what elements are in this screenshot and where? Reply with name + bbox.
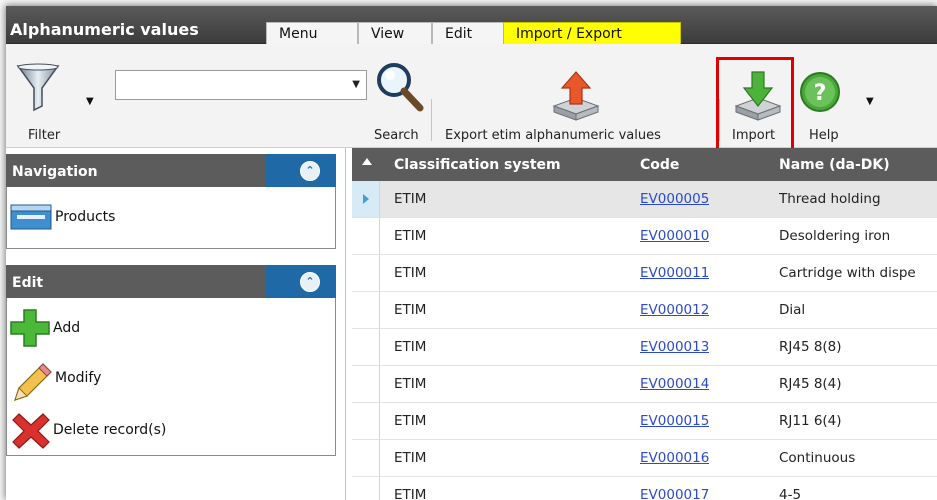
nav-item-label: Products bbox=[55, 209, 116, 225]
row-selector[interactable] bbox=[352, 329, 380, 365]
import-button[interactable]: Import bbox=[732, 128, 775, 143]
row-selector[interactable] bbox=[352, 440, 380, 476]
navigation-collapse-zone: ⌃ bbox=[266, 154, 336, 187]
cell-code-link[interactable]: EV000005 bbox=[640, 191, 709, 207]
svg-text:?: ? bbox=[814, 81, 827, 106]
cell-classification-system: ETIM bbox=[394, 450, 427, 466]
filter-dropdown-arrow[interactable]: ▼ bbox=[86, 96, 94, 107]
tab-label: Menu bbox=[279, 26, 318, 42]
tab-label: Edit bbox=[445, 26, 473, 42]
cell-classification-system: ETIM bbox=[394, 339, 427, 355]
table-row[interactable]: ETIM EV000017 4-5 bbox=[352, 477, 937, 500]
search-icon[interactable] bbox=[372, 60, 428, 116]
filter-label[interactable]: Filter bbox=[28, 128, 60, 143]
table-row[interactable]: ETIM EV000013 RJ45 8(8) bbox=[352, 329, 937, 366]
cell-classification-system: ETIM bbox=[394, 265, 427, 281]
cell-code-link[interactable]: EV000017 bbox=[640, 487, 709, 500]
app-title: Alphanumeric values bbox=[10, 20, 199, 39]
export-icon[interactable] bbox=[548, 68, 604, 124]
edit-panel-body: Add Modify Delete record(s) bbox=[6, 298, 336, 456]
cell-code-link[interactable]: EV000011 bbox=[640, 265, 709, 281]
edit-title: Edit bbox=[12, 275, 44, 291]
cell-name: RJ45 8(8) bbox=[779, 339, 842, 355]
tab-menu[interactable]: Menu bbox=[266, 22, 358, 46]
cell-code-link[interactable]: EV000010 bbox=[640, 228, 709, 244]
delete-icon bbox=[9, 410, 53, 456]
chevron-up-icon[interactable]: ⌃ bbox=[300, 161, 320, 181]
row-selector[interactable] bbox=[352, 403, 380, 439]
tab-label: Import / Export bbox=[516, 26, 622, 42]
cell-code-link[interactable]: EV000014 bbox=[640, 376, 709, 392]
chevron-up-icon[interactable]: ⌃ bbox=[300, 272, 320, 292]
table-row[interactable]: ETIM EV000016 Continuous bbox=[352, 440, 937, 477]
search-dropdown-arrow[interactable]: ▼ bbox=[352, 79, 360, 90]
help-icon[interactable]: ? bbox=[798, 70, 842, 114]
ribbon-toolbar: ▼ Filter ▼ Search Export etim alphanumer… bbox=[6, 44, 937, 153]
navigation-title: Navigation bbox=[12, 164, 98, 180]
import-icon[interactable] bbox=[730, 68, 786, 124]
navigation-panel-body: Products bbox=[6, 187, 336, 249]
pencil-icon bbox=[9, 360, 55, 408]
cell-name: Dial bbox=[779, 302, 806, 318]
data-grid: Classification system Code Name (da-DK) … bbox=[352, 148, 937, 500]
products-icon bbox=[9, 203, 55, 237]
column-header-code[interactable]: Code bbox=[640, 157, 679, 173]
export-button[interactable]: Export etim alphanumeric values bbox=[445, 128, 661, 143]
screenshot-frame: Alphanumeric values Menu View Edit Impor… bbox=[0, 0, 937, 500]
search-input[interactable]: ▼ bbox=[115, 70, 367, 100]
add-icon bbox=[9, 308, 53, 352]
tab-edit[interactable]: Edit bbox=[432, 22, 504, 46]
table-row[interactable]: ETIM EV000011 Cartridge with dispe bbox=[352, 255, 937, 292]
cell-code-link[interactable]: EV000012 bbox=[640, 302, 709, 318]
row-selector[interactable] bbox=[352, 218, 380, 254]
cell-name: RJ11 6(4) bbox=[779, 413, 842, 429]
cell-classification-system: ETIM bbox=[394, 191, 427, 207]
cell-name: Cartridge with dispe bbox=[779, 265, 916, 281]
navigation-panel-header: Navigation ⌃ bbox=[6, 154, 336, 187]
cell-name: Thread holding bbox=[779, 191, 881, 207]
sort-ascending-icon[interactable] bbox=[362, 158, 372, 165]
row-selector[interactable] bbox=[352, 366, 380, 402]
cell-code-link[interactable]: EV000016 bbox=[640, 450, 709, 466]
filter-icon[interactable] bbox=[16, 62, 60, 114]
table-row[interactable]: ETIM EV000012 Dial bbox=[352, 292, 937, 329]
grid-header: Classification system Code Name (da-DK) bbox=[352, 148, 937, 181]
cell-name: Continuous bbox=[779, 450, 856, 466]
table-row[interactable]: ETIM EV000005 Thread holding bbox=[352, 181, 937, 218]
row-selector[interactable] bbox=[352, 255, 380, 291]
app-window: Alphanumeric values Menu View Edit Impor… bbox=[6, 6, 937, 500]
cell-classification-system: ETIM bbox=[394, 228, 427, 244]
row-selector[interactable] bbox=[352, 292, 380, 328]
row-selector[interactable] bbox=[352, 477, 380, 500]
cell-name: RJ45 8(4) bbox=[779, 376, 842, 392]
edit-item-label: Modify bbox=[55, 370, 102, 386]
tab-label: View bbox=[371, 26, 405, 42]
table-row[interactable]: ETIM EV000015 RJ11 6(4) bbox=[352, 403, 937, 440]
cell-code-link[interactable]: EV000013 bbox=[640, 339, 709, 355]
cell-classification-system: ETIM bbox=[394, 413, 427, 429]
help-dropdown-arrow[interactable]: ▼ bbox=[866, 96, 874, 107]
cell-name: 4-5 bbox=[779, 487, 802, 500]
column-header-classification[interactable]: Classification system bbox=[394, 157, 561, 173]
edit-item-label: Add bbox=[53, 320, 81, 336]
edit-item-label: Delete record(s) bbox=[53, 422, 167, 438]
column-header-name[interactable]: Name (da-DK) bbox=[779, 157, 890, 173]
search-button[interactable]: Search bbox=[374, 128, 419, 143]
toolbar-divider bbox=[431, 99, 432, 141]
cell-classification-system: ETIM bbox=[394, 487, 427, 500]
edit-panel-header: Edit ⌃ bbox=[6, 265, 336, 298]
edit-collapse-zone: ⌃ bbox=[266, 265, 336, 298]
cell-code-link[interactable]: EV000015 bbox=[640, 413, 709, 429]
cell-name: Desoldering iron bbox=[779, 228, 891, 244]
cell-classification-system: ETIM bbox=[394, 302, 427, 318]
row-selector[interactable] bbox=[352, 181, 380, 217]
tab-import-export[interactable]: Import / Export bbox=[503, 22, 681, 46]
tab-view[interactable]: View bbox=[358, 22, 432, 46]
left-sidebar: Navigation ⌃ Products Edit ⌃ Add Modify … bbox=[6, 148, 346, 500]
help-button[interactable]: Help bbox=[809, 128, 839, 143]
title-bar: Alphanumeric values Menu View Edit Impor… bbox=[6, 6, 937, 46]
table-row[interactable]: ETIM EV000014 RJ45 8(4) bbox=[352, 366, 937, 403]
cell-classification-system: ETIM bbox=[394, 376, 427, 392]
table-row[interactable]: ETIM EV000010 Desoldering iron bbox=[352, 218, 937, 255]
